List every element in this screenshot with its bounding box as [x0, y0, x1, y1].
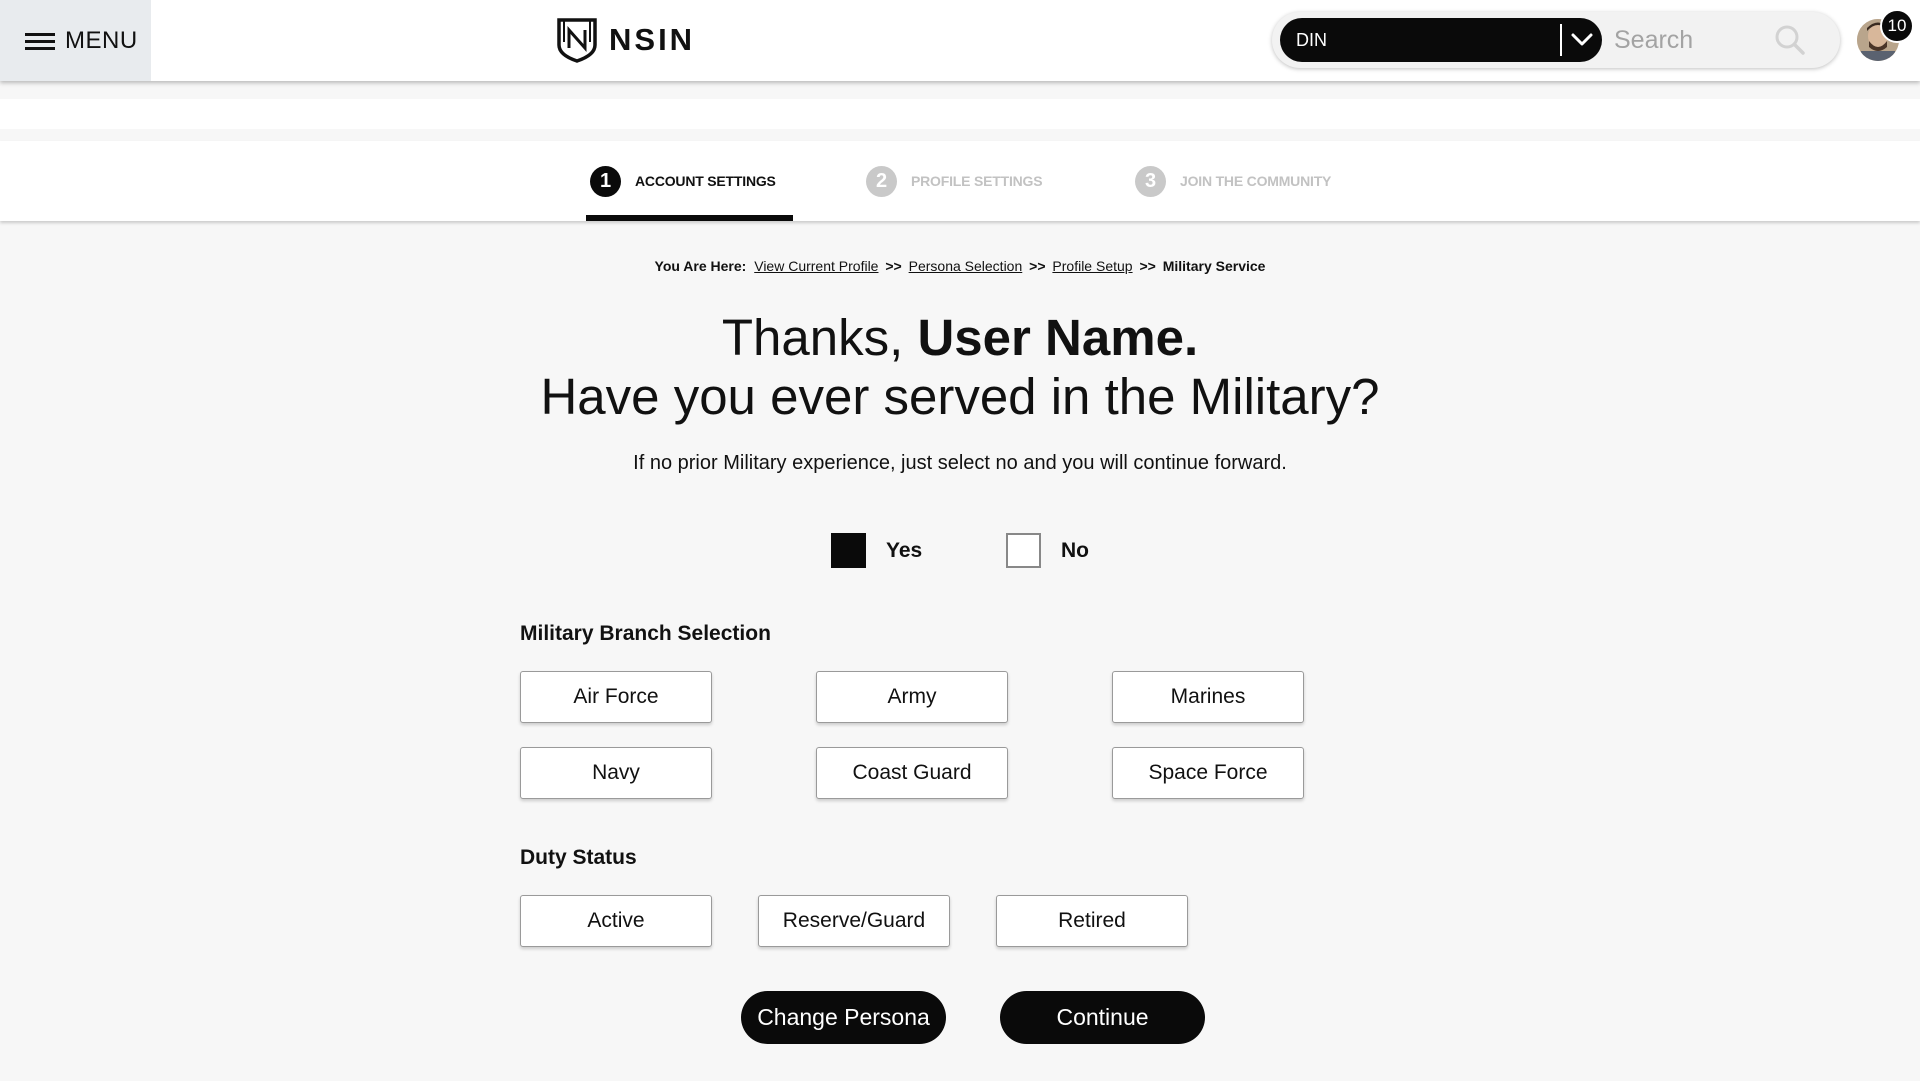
breadcrumb: You Are Here: View Current Profile >> Pe…: [0, 258, 1920, 274]
progress-stepper: 1 ACCOUNT SETTINGS 2 PROFILE SETTINGS 3 …: [0, 141, 1920, 221]
step-profile-settings[interactable]: 2 PROFILE SETTINGS: [866, 165, 1043, 197]
logo-text: NSIN: [609, 22, 696, 57]
duty-section-title: Duty Status: [520, 846, 637, 869]
no-checkbox[interactable]: [1006, 533, 1041, 568]
yes-checkbox[interactable]: [831, 533, 866, 568]
breadcrumb-current: Military Service: [1162, 258, 1266, 274]
branch-marines-button[interactable]: Marines: [1112, 671, 1304, 723]
change-persona-button[interactable]: Change Persona: [741, 991, 946, 1044]
top-header: MENU NSIN DIN Search 10: [0, 0, 1920, 81]
breadcrumb-lead: You Are Here:: [654, 258, 747, 274]
step-label: PROFILE SETTINGS: [911, 173, 1043, 189]
breadcrumb-link-current-profile[interactable]: View Current Profile: [754, 258, 878, 274]
din-dropdown-value: DIN: [1296, 29, 1327, 50]
search-icon[interactable]: [1774, 24, 1806, 56]
branch-space-force-button[interactable]: Space Force: [1112, 747, 1304, 799]
hamburger-icon: [25, 32, 55, 50]
nsin-logo[interactable]: NSIN: [557, 16, 695, 64]
step-number: 3: [1135, 165, 1166, 197]
breadcrumb-separator: >>: [885, 258, 902, 274]
dropdown-divider: [1560, 24, 1562, 56]
duty-reserve-guard-button[interactable]: Reserve/Guard: [758, 895, 950, 947]
notification-badge[interactable]: 10: [1880, 9, 1914, 43]
continue-button[interactable]: Continue: [1000, 991, 1205, 1044]
no-label: No: [1061, 538, 1089, 562]
breadcrumb-link-profile-setup[interactable]: Profile Setup: [1052, 258, 1132, 274]
step-label: ACCOUNT SETTINGS: [635, 173, 776, 189]
step-label: JOIN THE COMMUNITY: [1180, 173, 1332, 189]
branch-section-title: Military Branch Selection: [520, 622, 771, 645]
din-dropdown[interactable]: DIN: [1280, 18, 1602, 62]
breadcrumb-separator: >>: [1029, 258, 1046, 274]
branch-navy-button[interactable]: Navy: [520, 747, 712, 799]
yes-checkbox-option[interactable]: Yes: [831, 533, 922, 568]
chevron-down-icon: [1571, 33, 1593, 46]
menu-button[interactable]: MENU: [0, 0, 151, 81]
step-account-settings[interactable]: 1 ACCOUNT SETTINGS: [590, 165, 776, 197]
title-line-1: Thanks, User Name.: [0, 308, 1920, 367]
search-bar: DIN: [1272, 12, 1840, 68]
menu-label: MENU: [65, 26, 138, 54]
step-number: 2: [866, 165, 897, 197]
duty-active-button[interactable]: Active: [520, 895, 712, 947]
breadcrumb-separator: >>: [1139, 258, 1156, 274]
search-input[interactable]: [1614, 20, 1774, 60]
active-step-indicator: [586, 215, 793, 221]
shield-logo-icon: [557, 18, 597, 63]
duty-retired-button[interactable]: Retired: [996, 895, 1188, 947]
branch-army-button[interactable]: Army: [816, 671, 1008, 723]
step-join-community[interactable]: 3 JOIN THE COMMUNITY: [1135, 165, 1331, 197]
instruction-text: If no prior Military experience, just se…: [633, 452, 1287, 474]
header-spacer-band: [0, 99, 1920, 129]
page-title: Thanks, User Name. Have you ever served …: [0, 308, 1920, 426]
branch-coast-guard-button[interactable]: Coast Guard: [816, 747, 1008, 799]
title-greeting: Thanks,: [721, 309, 904, 366]
breadcrumb-link-persona-selection[interactable]: Persona Selection: [909, 258, 1023, 274]
no-checkbox-option[interactable]: No: [1006, 533, 1089, 568]
title-line-2: Have you ever served in the Military?: [540, 368, 1380, 425]
branch-air-force-button[interactable]: Air Force: [520, 671, 712, 723]
step-number: 1: [590, 165, 621, 197]
yes-label: Yes: [886, 538, 923, 562]
title-user-name: User Name.: [917, 309, 1199, 366]
